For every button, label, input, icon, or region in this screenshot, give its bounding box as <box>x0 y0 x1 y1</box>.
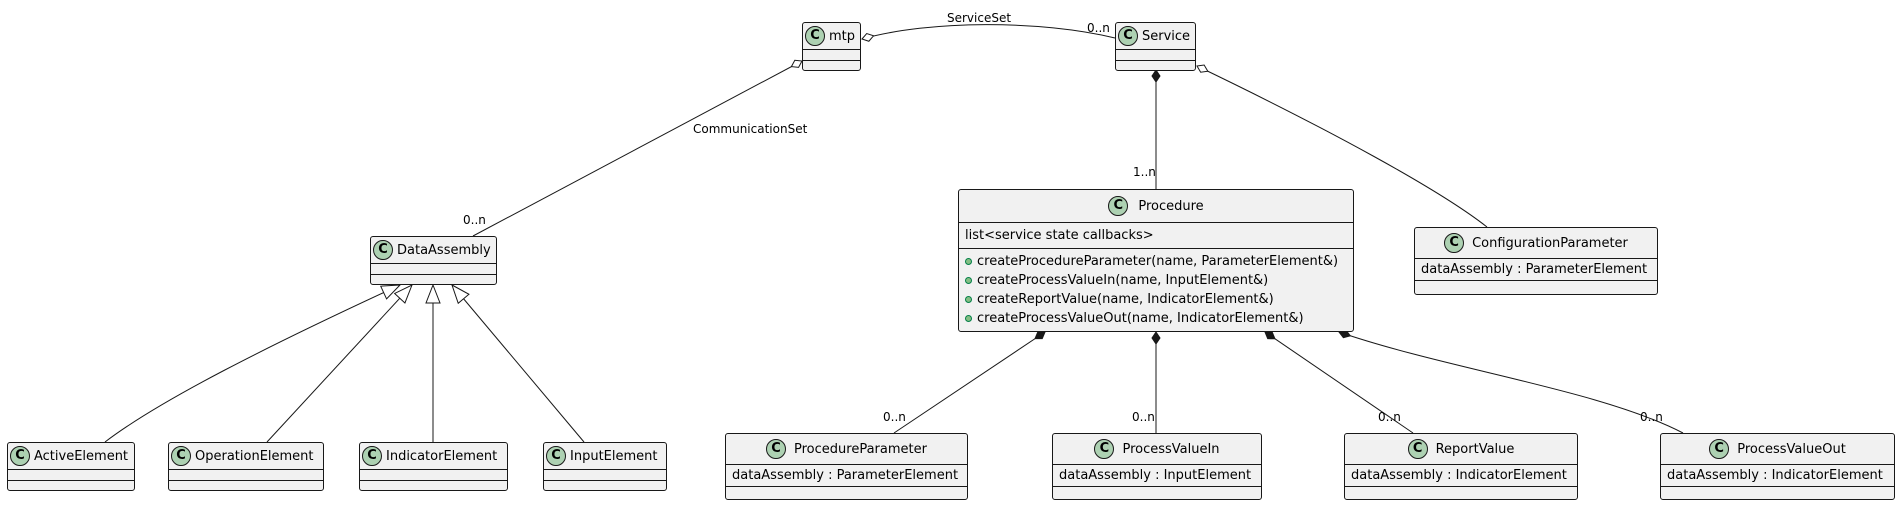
class-active-element[interactable]: C ActiveElement <box>7 442 135 491</box>
methods-section <box>169 480 323 491</box>
methods-section <box>1053 486 1261 497</box>
class-data-assembly[interactable]: C DataAssembly <box>370 236 497 285</box>
class-process-value-in[interactable]: C ProcessValueIn dataAssembly : InputElem… <box>1052 433 1262 500</box>
class-icon: C <box>1094 439 1115 459</box>
class-input-element[interactable]: C InputElement <box>543 442 667 491</box>
edge-communication-set <box>472 59 803 237</box>
fields-section: dataAssembly : IndicatorElement <box>1345 464 1577 486</box>
public-visibility-icon <box>965 296 972 303</box>
class-process-value-out[interactable]: C ProcessValueOut dataAssembly : Indicato… <box>1660 433 1895 500</box>
class-name: ProcedureParameter <box>794 441 927 457</box>
label-service-set: ServiceSet <box>947 11 1012 25</box>
class-icon: C <box>805 26 825 46</box>
multiplicity-service-procedure: 1..n <box>1133 165 1156 179</box>
multiplicity-communication-set: 0..n <box>463 213 486 227</box>
multiplicity-service-set: 0..n <box>1087 21 1110 35</box>
class-icon: C <box>1709 439 1730 459</box>
class-name: mtp <box>829 28 856 44</box>
method-signature: createReportValue(name, IndicatorElement… <box>977 292 1274 307</box>
class-icon: C <box>1407 439 1428 459</box>
fields-section <box>371 263 496 274</box>
class-icon: C <box>362 446 382 466</box>
methods-section <box>803 60 860 71</box>
edge-inherit-input <box>452 285 585 443</box>
fields-section <box>544 469 666 480</box>
public-visibility-icon <box>965 315 972 322</box>
class-mtp[interactable]: Cmtp <box>802 22 861 71</box>
class-report-value[interactable]: C ReportValue dataAssembly : IndicatorEle… <box>1344 433 1578 500</box>
class-name: Procedure <box>1138 198 1204 214</box>
methods-section <box>1116 60 1195 71</box>
class-icon: C <box>373 240 393 260</box>
fields-section <box>360 469 507 480</box>
multiplicity-proc-pvout: 0..n <box>1640 410 1663 424</box>
multiplicity-proc-param: 0..n <box>883 410 906 424</box>
multiplicity-proc-pvin: 0..n <box>1132 410 1155 424</box>
class-configuration-parameter[interactable]: C ConfigurationParameter dataAssembly : P… <box>1414 227 1658 295</box>
class-icon: C <box>171 446 191 466</box>
edge-proc-param <box>893 331 1046 434</box>
class-icon: C <box>766 439 787 459</box>
methods-section: createProcedureParameter(name, Parameter… <box>959 248 1353 329</box>
field: dataAssembly : ParameterElement <box>732 468 959 483</box>
methods-section <box>371 274 496 285</box>
public-visibility-icon <box>965 277 972 284</box>
edge-inherit-operation <box>266 285 412 443</box>
class-name: ActiveElement <box>34 448 129 464</box>
method-signature: createProcedureParameter(name, Parameter… <box>977 254 1339 269</box>
class-operation-element[interactable]: C OperationElement <box>168 442 324 491</box>
method-signature: createProcessValueIn(name, InputElement&… <box>977 273 1269 288</box>
class-procedure-parameter[interactable]: C ProcedureParameter dataAssembly : Param… <box>725 433 968 500</box>
fields-section <box>803 49 860 60</box>
class-icon: C <box>546 446 566 466</box>
class-service[interactable]: C Service <box>1115 22 1196 71</box>
fields-section: dataAssembly : ParameterElement <box>1415 258 1657 280</box>
class-name: DataAssembly <box>397 242 491 258</box>
field: dataAssembly : ParameterElement <box>1421 262 1648 277</box>
class-name: ProcessValueOut <box>1737 441 1846 457</box>
fields-section <box>1116 49 1195 60</box>
class-icon: C <box>1118 26 1138 46</box>
methods-section <box>8 480 134 491</box>
field: dataAssembly : IndicatorElement <box>1351 468 1567 483</box>
class-name: Service <box>1142 28 1191 44</box>
methods-section <box>544 480 666 491</box>
methods-section <box>1345 486 1577 497</box>
methods-section <box>1415 280 1657 291</box>
class-name: InputElement <box>570 448 658 464</box>
field: dataAssembly : InputElement <box>1059 468 1252 483</box>
method: createProcessValueOut(name, IndicatorEle… <box>965 309 1347 328</box>
class-name: OperationElement <box>195 448 314 464</box>
public-visibility-icon <box>965 258 972 265</box>
method-signature: createProcessValueOut(name, IndicatorEle… <box>977 311 1304 326</box>
method: createReportValue(name, IndicatorElement… <box>965 290 1347 309</box>
class-icon: C <box>1108 196 1129 216</box>
class-name: ProcessValueIn <box>1122 441 1220 457</box>
class-indicator-element[interactable]: C IndicatorElement <box>359 442 508 491</box>
class-name: IndicatorElement <box>386 448 498 464</box>
fields-section <box>8 469 134 480</box>
methods-section <box>360 480 507 491</box>
class-name: ConfigurationParameter <box>1472 235 1628 251</box>
methods-section <box>1661 486 1894 497</box>
edge-service-set <box>861 24 1116 42</box>
field: dataAssembly : IndicatorElement <box>1667 468 1883 483</box>
field: list<service state callbacks> <box>965 228 1154 243</box>
fields-section: dataAssembly : IndicatorElement <box>1661 464 1894 486</box>
class-icon: C <box>1444 233 1465 253</box>
method: createProcessValueIn(name, InputElement&… <box>965 271 1347 290</box>
fields-section: list<service state callbacks> <box>959 222 1353 248</box>
fields-section: dataAssembly : ParameterElement <box>726 464 967 486</box>
class-icon: C <box>10 446 30 466</box>
class-name: ReportValue <box>1435 441 1515 457</box>
class-procedure[interactable]: C Procedure list<service state callbacks>… <box>958 189 1354 332</box>
multiplicity-proc-report: 0..n <box>1378 410 1401 424</box>
fields-section <box>169 469 323 480</box>
label-communication-set: CommunicationSet <box>693 122 808 136</box>
method: createProcedureParameter(name, Parameter… <box>965 252 1347 271</box>
methods-section <box>726 486 967 497</box>
edge-inherit-active <box>104 285 400 443</box>
fields-section: dataAssembly : InputElement <box>1053 464 1261 486</box>
